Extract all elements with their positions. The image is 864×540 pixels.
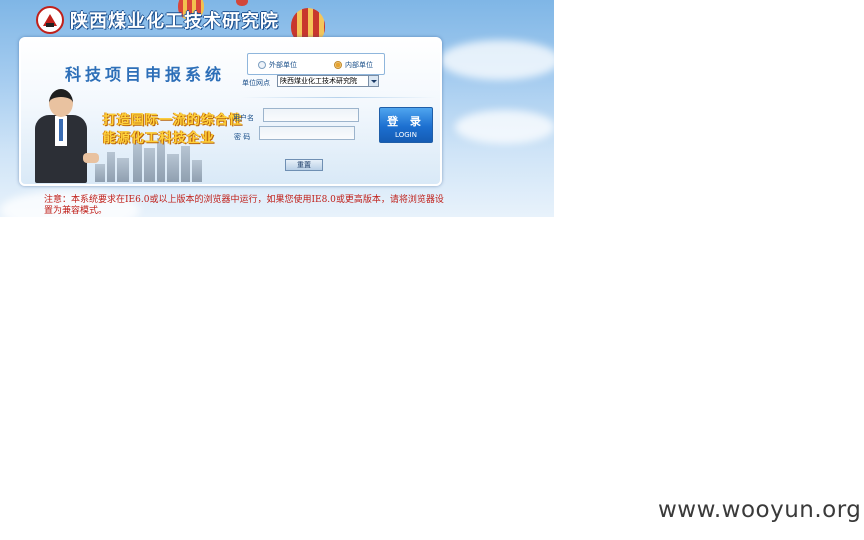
watermark-text: www.wooyun.org — [658, 497, 862, 523]
reset-button[interactable]: 重置 — [285, 159, 323, 171]
site-header: 陕西煤业化工技术研究院 — [36, 6, 279, 34]
radio-internal-unit[interactable]: 内部单位 — [334, 60, 373, 70]
organization-logo-icon — [36, 6, 64, 34]
login-button-sublabel: LOGIN — [395, 131, 417, 139]
slogan-line-2: 能源化工科技企业 — [103, 131, 216, 146]
login-page-screenshot: 陕西煤业化工技术研究院 科技项目申报系统 打造国际一流的综合性 能源化工科技企业 — [0, 0, 554, 217]
divider — [241, 97, 436, 98]
password-label: 密 码 — [234, 133, 251, 141]
radio-checked-icon — [334, 61, 342, 69]
username-input[interactable] — [263, 108, 359, 122]
login-button[interactable]: 登 录 LOGIN — [379, 107, 433, 143]
system-title: 科技项目申报系统 — [65, 65, 226, 84]
unit-select-dropdown[interactable]: 陕西煤业化工技术研究院 — [277, 75, 379, 87]
radio-internal-unit-label: 内部单位 — [345, 61, 373, 69]
radio-external-unit[interactable]: 外部单位 — [258, 60, 297, 70]
businessman-illustration — [31, 89, 99, 184]
cloud-decoration — [455, 110, 554, 144]
browser-compatibility-notice: 注意：本系统要求在IE6.0或以上版本的浏览器中运行，如果您使用IE8.0或更高… — [44, 195, 444, 216]
slogan-line-1: 打造国际一流的综合性 — [103, 113, 244, 128]
organization-name: 陕西煤业化工技术研究院 — [70, 11, 279, 32]
chevron-down-icon[interactable] — [368, 76, 378, 86]
unit-select-label: 单位网点 — [242, 79, 270, 87]
radio-unchecked-icon — [258, 61, 266, 69]
unit-select-value: 陕西煤业化工技术研究院 — [280, 77, 357, 85]
login-panel: 科技项目申报系统 打造国际一流的综合性 能源化工科技企业 外部单位 内部单位 单… — [19, 37, 442, 186]
cloud-decoration — [440, 40, 554, 80]
unit-type-radio-group: 外部单位 内部单位 — [247, 53, 385, 75]
radio-external-unit-label: 外部单位 — [269, 61, 297, 69]
login-button-label: 登 录 — [387, 115, 425, 128]
username-label: 用户名 — [233, 114, 254, 122]
password-input[interactable] — [259, 126, 355, 140]
